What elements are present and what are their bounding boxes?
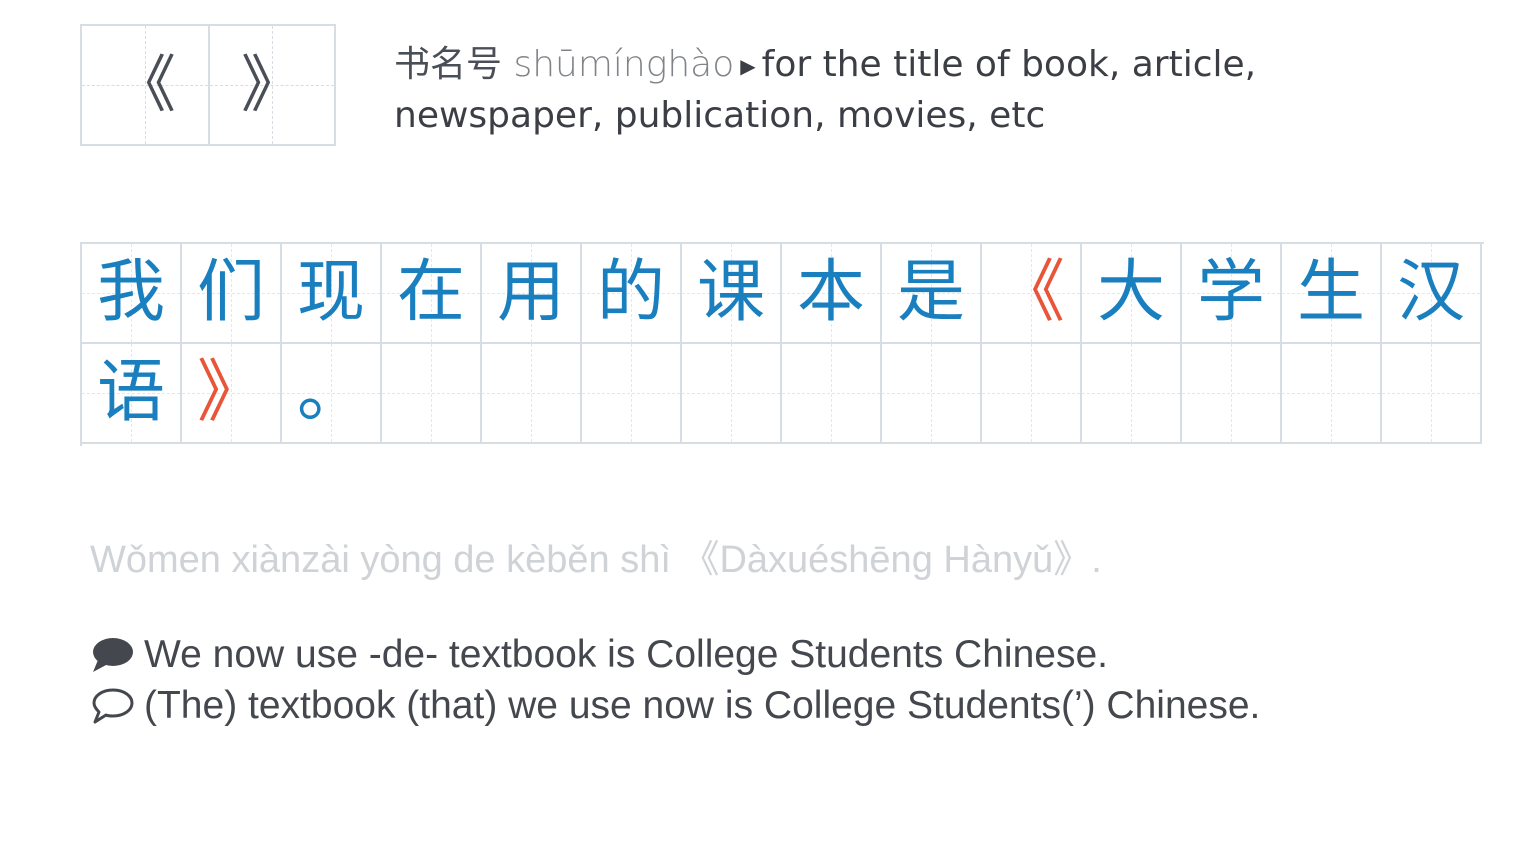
character-cell: 语: [82, 344, 182, 444]
character: 语: [96, 353, 165, 432]
punctuation-name-hanzi: 书名号: [394, 44, 503, 85]
character-cell: 课: [682, 244, 782, 344]
character-cell: 学: [1182, 244, 1282, 344]
natural-translation-row: (The) textbook (that) we use now is Coll…: [90, 681, 1390, 731]
empty-cell: [782, 344, 882, 444]
character-cell: 现: [282, 244, 382, 344]
character-cell: 生: [1282, 244, 1382, 344]
period-cell: 。: [282, 344, 382, 444]
character-cell: 们: [182, 244, 282, 344]
character: 用: [496, 253, 565, 332]
character: 学: [1196, 253, 1265, 332]
character-cell: 是: [882, 244, 982, 344]
close-title-mark: 》: [240, 48, 303, 121]
character-cell: 我: [82, 244, 182, 344]
character: 们: [196, 253, 265, 332]
close-title-mark: 》: [196, 353, 265, 432]
title-mark-cell: 《: [982, 244, 1082, 344]
character-cell: 本: [782, 244, 882, 344]
empty-cell: [1282, 344, 1382, 444]
empty-cell: [982, 344, 1082, 444]
empty-cell: [682, 344, 782, 444]
character: 是: [896, 253, 965, 332]
character-cell: 大: [1082, 244, 1182, 344]
punctuation-grid: 《 》: [80, 24, 336, 146]
character-practice-grid: 我 们 现 在 用 的 课 本 是 《 大 学 生 汉 语 》 。: [80, 242, 1484, 446]
filled-speech-bubble-icon: [93, 638, 133, 672]
punctuation-description: 书名号 shūmínghào ▶ for the title of book, ar…: [394, 40, 1394, 141]
literal-translation-row: We now use -de- textbook is College Stud…: [90, 630, 1390, 680]
empty-cell: [882, 344, 982, 444]
open-title-mark-cell: 《: [82, 26, 208, 144]
character: 生: [1296, 253, 1365, 332]
character: 我: [96, 253, 165, 332]
empty-cell: [582, 344, 682, 444]
close-title-mark-cell: 》: [207, 26, 335, 144]
character-cell: 在: [382, 244, 482, 344]
sentence-pinyin: Wǒmen xiànzài yòng de kèběn shì 《Dàxuésh…: [90, 539, 1102, 581]
character-cell: 汉: [1382, 244, 1482, 344]
natural-translation: (The) textbook (that) we use now is Coll…: [144, 684, 1261, 727]
open-title-mark: 《: [996, 253, 1065, 332]
title-mark-cell: 》: [182, 344, 282, 444]
play-triangle-icon: ▶: [740, 54, 756, 78]
character: 本: [796, 253, 865, 332]
character: 汉: [1396, 253, 1465, 332]
empty-cell: [1082, 344, 1182, 444]
outline-speech-bubble-icon: [92, 688, 134, 724]
character: 大: [1096, 253, 1165, 332]
empty-cell: [482, 344, 582, 444]
punctuation-name-pinyin: shūmínghào: [513, 44, 735, 85]
empty-cell: [382, 344, 482, 444]
character: 在: [396, 253, 465, 332]
open-title-mark: 《: [113, 48, 176, 121]
literal-translation: We now use -de- textbook is College Stud…: [144, 633, 1108, 676]
full-stop: 。: [296, 353, 365, 432]
empty-cell: [1382, 344, 1482, 444]
empty-cell: [1182, 344, 1282, 444]
character: 现: [296, 253, 365, 332]
character: 的: [596, 253, 665, 332]
character: 课: [696, 253, 765, 332]
character-cell: 的: [582, 244, 682, 344]
character-cell: 用: [482, 244, 582, 344]
